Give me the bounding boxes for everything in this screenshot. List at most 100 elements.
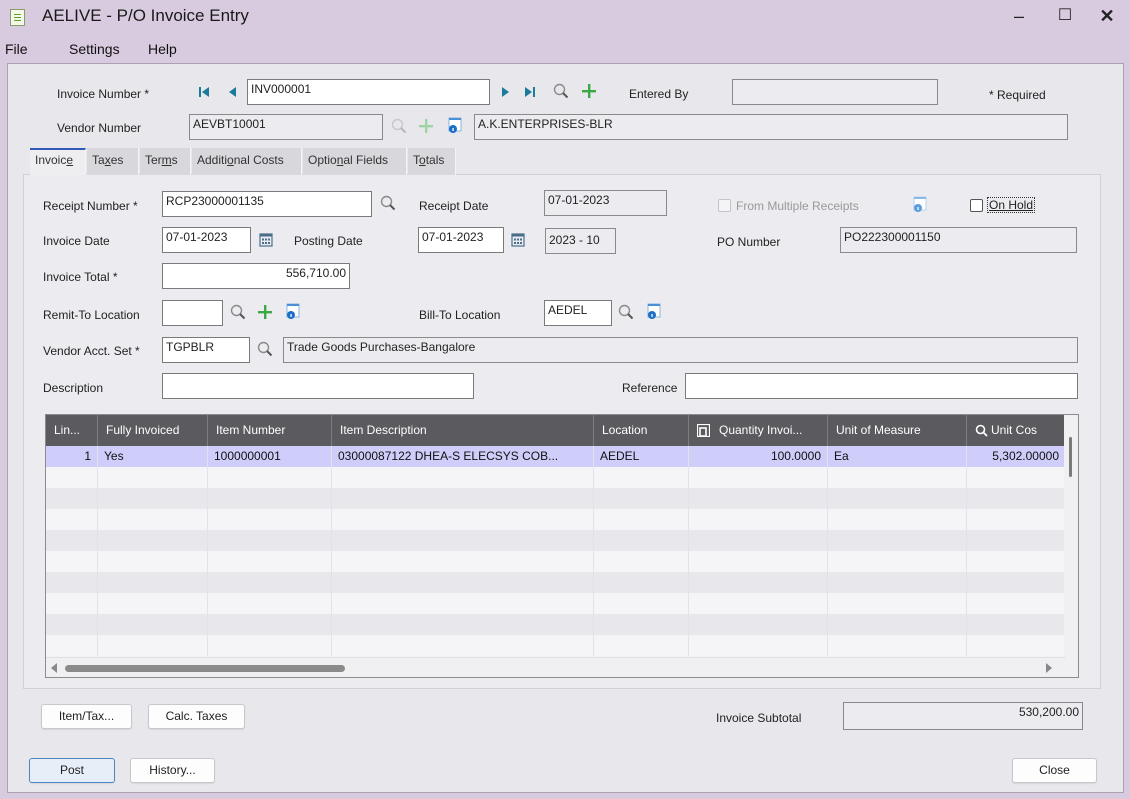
cell-unit-of-measure[interactable]: [828, 488, 967, 509]
cell-quantity-invoiced[interactable]: [689, 530, 828, 551]
cell-unit-of-measure[interactable]: [828, 551, 967, 572]
cell-line[interactable]: [46, 509, 98, 530]
minimize-button[interactable]: –: [996, 0, 1042, 34]
calendar-icon[interactable]: [257, 231, 275, 249]
cell-quantity-invoiced[interactable]: [689, 593, 828, 614]
cell-quantity-invoiced[interactable]: [689, 551, 828, 572]
cell-location[interactable]: [594, 530, 689, 551]
table-row[interactable]: [46, 593, 1066, 614]
close-window-button[interactable]: ✕: [1084, 0, 1130, 34]
horizontal-scrollbar[interactable]: [46, 657, 1066, 677]
menu-settings[interactable]: Settings: [69, 41, 120, 57]
cell-item-number[interactable]: [208, 551, 332, 572]
cell-line[interactable]: [46, 614, 98, 635]
cell-unit-cost[interactable]: [967, 530, 1066, 551]
search-icon[interactable]: [256, 340, 274, 358]
table-row[interactable]: [46, 551, 1066, 572]
on-hold-label[interactable]: On Hold: [987, 197, 1036, 213]
cell-unit-of-measure[interactable]: [828, 467, 967, 488]
cell-fully-invoiced[interactable]: Yes: [98, 446, 208, 467]
search-icon[interactable]: [390, 117, 408, 135]
cell-fully-invoiced[interactable]: [98, 635, 208, 656]
cell-quantity-invoiced[interactable]: [689, 467, 828, 488]
cell-quantity-invoiced[interactable]: [689, 509, 828, 530]
table-row[interactable]: [46, 635, 1066, 656]
invoice-total-input[interactable]: 556,710.00: [162, 263, 350, 289]
cell-item-number[interactable]: [208, 593, 332, 614]
cell-unit-cost[interactable]: [967, 572, 1066, 593]
table-row[interactable]: [46, 488, 1066, 509]
invoice-lines-grid[interactable]: Lin... Fully Invoiced Item Number Item D…: [45, 414, 1079, 678]
search-icon[interactable]: [617, 303, 635, 321]
last-record-icon[interactable]: [521, 83, 539, 101]
cell-item-description[interactable]: [332, 614, 594, 635]
cell-item-description[interactable]: [332, 635, 594, 656]
cell-item-description[interactable]: 03000087122 DHEA-S ELECSYS COB...: [332, 446, 594, 467]
invoice-date-input[interactable]: 07-01-2023: [162, 227, 251, 253]
cell-fully-invoiced[interactable]: [98, 551, 208, 572]
posting-date-input[interactable]: 07-01-2023: [418, 227, 504, 253]
cell-unit-cost[interactable]: [967, 467, 1066, 488]
cell-fully-invoiced[interactable]: [98, 530, 208, 551]
cell-location[interactable]: [594, 488, 689, 509]
info-icon[interactable]: [645, 302, 663, 320]
cell-unit-cost[interactable]: [967, 593, 1066, 614]
column-header-line[interactable]: Lin...: [46, 415, 98, 446]
history-button[interactable]: History...: [130, 758, 215, 783]
cell-line[interactable]: [46, 530, 98, 551]
column-header-location[interactable]: Location: [594, 415, 689, 446]
cell-quantity-invoiced[interactable]: [689, 635, 828, 656]
cell-location[interactable]: [594, 593, 689, 614]
cell-item-description[interactable]: [332, 488, 594, 509]
cell-line[interactable]: [46, 488, 98, 509]
cell-unit-of-measure[interactable]: Ea: [828, 446, 967, 467]
cell-item-description[interactable]: [332, 551, 594, 572]
scroll-left-arrow-icon[interactable]: [51, 663, 57, 673]
vendor-acct-set-input[interactable]: TGPBLR: [162, 337, 250, 363]
add-icon[interactable]: [417, 117, 435, 135]
cell-item-number[interactable]: [208, 530, 332, 551]
cell-fully-invoiced[interactable]: [98, 572, 208, 593]
search-icon[interactable]: [229, 303, 247, 321]
cell-quantity-invoiced[interactable]: [689, 488, 828, 509]
cell-location[interactable]: [594, 614, 689, 635]
scroll-right-arrow-icon[interactable]: [1046, 663, 1052, 673]
menu-file[interactable]: File: [5, 41, 28, 57]
add-icon[interactable]: [580, 82, 598, 100]
cell-item-number[interactable]: [208, 509, 332, 530]
remit-to-location-input[interactable]: [162, 300, 223, 326]
cell-fully-invoiced[interactable]: [98, 614, 208, 635]
tab-totals[interactable]: Totals: [408, 148, 456, 175]
cell-fully-invoiced[interactable]: [98, 509, 208, 530]
cell-location[interactable]: [594, 467, 689, 488]
bill-to-location-input[interactable]: AEDEL: [544, 300, 612, 326]
horizontal-scroll-thumb[interactable]: [65, 665, 345, 672]
cell-line[interactable]: [46, 635, 98, 656]
cell-unit-of-measure[interactable]: [828, 593, 967, 614]
column-header-item-description[interactable]: Item Description: [332, 415, 594, 446]
cell-unit-of-measure[interactable]: [828, 509, 967, 530]
invoice-number-input[interactable]: INV000001: [247, 79, 490, 105]
search-icon[interactable]: [552, 82, 570, 100]
cell-unit-of-measure[interactable]: [828, 572, 967, 593]
cell-location[interactable]: [594, 551, 689, 572]
vertical-scrollbar[interactable]: [1064, 415, 1078, 677]
table-row[interactable]: 1 Yes 1000000001 03000087122 DHEA-S ELECSYS…: [46, 446, 1066, 467]
calc-taxes-button[interactable]: Calc. Taxes: [148, 704, 245, 729]
on-hold-checkbox[interactable]: [970, 199, 983, 212]
first-record-icon[interactable]: [196, 83, 214, 101]
previous-record-icon[interactable]: [224, 83, 242, 101]
tab-optional-fields[interactable]: Optional Fields: [303, 148, 407, 175]
cell-item-description[interactable]: [332, 572, 594, 593]
cell-quantity-invoiced[interactable]: [689, 614, 828, 635]
tab-additional-costs[interactable]: Additional Costs: [192, 148, 302, 175]
cell-item-number[interactable]: [208, 572, 332, 593]
menu-help[interactable]: Help: [148, 41, 177, 57]
cell-item-number[interactable]: 1000000001: [208, 446, 332, 467]
cell-item-number[interactable]: [208, 488, 332, 509]
item-tax-button[interactable]: Item/Tax...: [41, 704, 132, 729]
cell-line[interactable]: [46, 593, 98, 614]
table-row[interactable]: [46, 572, 1066, 593]
info-icon[interactable]: [284, 302, 302, 320]
cell-unit-cost[interactable]: [967, 551, 1066, 572]
